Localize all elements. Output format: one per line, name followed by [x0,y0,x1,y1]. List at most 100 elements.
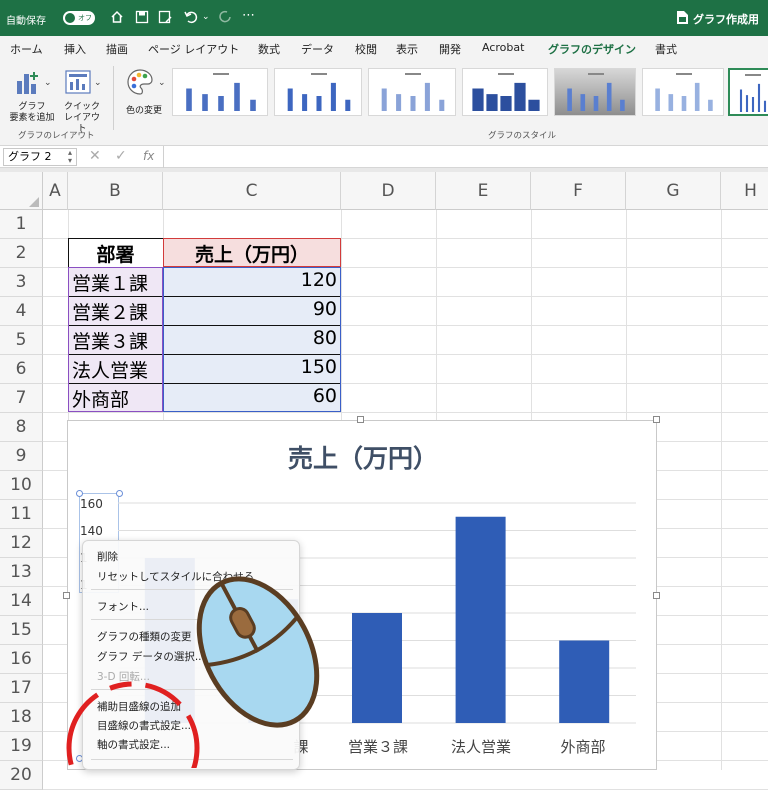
chart-style-3[interactable] [368,68,456,116]
menu-item-reset-style[interactable]: リセットしてスタイルに合わせる [97,569,254,584]
menu-item-add-minor-gridlines[interactable]: 補助目盛線の追加 [97,699,181,714]
row-header[interactable]: 7 [0,384,43,413]
tab-acrobat[interactable]: Acrobat [482,41,524,54]
resize-handle[interactable] [653,416,660,423]
row-header[interactable]: 18 [0,703,43,732]
column-header-d[interactable]: D [341,172,436,210]
column-header-h[interactable]: H [721,172,768,210]
chart-style-5[interactable] [554,68,636,116]
menu-item-font[interactable]: フォント... [97,599,149,614]
save-icon[interactable] [135,10,149,24]
autosave-toggle[interactable]: オフ [63,11,95,25]
formula-input[interactable] [163,146,768,168]
home-icon[interactable] [110,10,124,24]
table-cell-sales[interactable]: 80 [163,327,337,349]
table-cell-department[interactable]: 営業２課 [72,298,148,325]
quick-layout-icon [65,70,91,94]
row-header[interactable]: 2 [0,239,43,268]
table-cell-sales[interactable]: 120 [163,269,337,291]
tab-view[interactable]: 表示 [396,41,418,57]
row-header[interactable]: 10 [0,471,43,500]
stepper-icon[interactable]: ▴ ▾ [68,149,72,165]
table-cell-department[interactable]: 外商部 [72,385,129,412]
menu-item-format-gridlines[interactable]: 目盛線の書式設定... [97,718,191,733]
table-cell-department[interactable]: 営業１課 [72,269,148,296]
menu-item-format-axis[interactable]: 軸の書式設定... [97,737,170,752]
redo-icon [219,10,231,23]
row-header[interactable]: 15 [0,616,43,645]
function-icon[interactable]: fx [143,149,154,163]
row-header[interactable]: 6 [0,355,43,384]
row-header[interactable]: 19 [0,732,43,761]
row-header[interactable]: 16 [0,645,43,674]
tab-review[interactable]: 校閲 [355,41,377,57]
resize-handle[interactable] [653,592,660,599]
undo-dropdown-icon[interactable]: ⌄ [202,10,210,24]
resize-handle[interactable] [63,592,70,599]
tab-chart-design[interactable]: グラフのデザイン [548,41,636,62]
tab-data[interactable]: データ [301,41,334,57]
bar[interactable] [352,613,402,723]
x-tick-label[interactable]: 法人営業 [451,738,511,756]
save-as-icon[interactable] [158,10,172,24]
row-header[interactable]: 1 [0,210,43,239]
ribbon-tabs: ホーム 挿入 描画 ページ レイアウト 数式 データ 校閲 表示 開発 Acro… [0,36,768,62]
row-header[interactable]: 11 [0,500,43,529]
table-header-sales[interactable]: 売上（万円） [163,240,341,267]
y-tick-label[interactable]: 160 [80,497,103,511]
column-header-e[interactable]: E [436,172,531,210]
chart-style-7[interactable] [728,68,768,116]
table-cell-department[interactable]: 法人営業 [72,356,148,383]
x-tick-label[interactable]: 外商部 [560,738,605,756]
tab-format[interactable]: 書式 [655,41,677,57]
tab-draw[interactable]: 描画 [106,41,128,57]
tab-insert[interactable]: 挿入 [64,41,86,57]
menu-item-change-chart-type[interactable]: グラフの種類の変更 [97,629,192,644]
chart-style-4[interactable] [462,68,548,116]
row-header[interactable]: 12 [0,529,43,558]
column-header-b[interactable]: B [68,172,163,210]
chevron-down-icon: ⌄ [94,78,102,88]
change-colors-button[interactable]: ⌄ 色の変更 [120,66,168,128]
resize-handle[interactable] [357,416,364,423]
more-icon[interactable]: ⋯ [242,9,255,23]
add-chart-element-button[interactable]: ⌄ グラフ 要素を追加 [6,66,58,128]
menu-item-select-data[interactable]: グラフ データの選択... [97,649,205,664]
column-header-g[interactable]: G [626,172,721,210]
y-tick-label[interactable]: 140 [80,524,103,538]
tab-developer[interactable]: 開発 [439,41,461,57]
menu-item-delete[interactable]: 削除 [97,549,118,564]
table-header-department[interactable]: 部署 [68,240,163,267]
row-header[interactable]: 8 [0,413,43,442]
row-header[interactable]: 5 [0,326,43,355]
undo-icon[interactable] [183,9,199,25]
row-header[interactable]: 3 [0,268,43,297]
x-tick-label[interactable]: 営業３課 [348,738,408,756]
column-header-f[interactable]: F [531,172,626,210]
bar[interactable] [455,516,506,723]
row-header[interactable]: 13 [0,558,43,587]
chart-style-2[interactable] [274,68,362,116]
thumb-bar [316,96,322,111]
column-header-a[interactable]: A [43,172,68,210]
table-cell-department[interactable]: 営業３課 [72,327,148,354]
thumb-bar [345,99,351,111]
row-header[interactable]: 20 [0,761,43,790]
row-header[interactable]: 9 [0,442,43,471]
tab-formulas[interactable]: 数式 [258,41,280,57]
chart-style-1[interactable] [172,68,268,116]
name-box[interactable]: グラフ 2 [3,148,77,166]
row-header[interactable]: 4 [0,297,43,326]
row-header[interactable]: 14 [0,587,43,616]
tab-home[interactable]: ホーム [10,41,43,57]
column-header-c[interactable]: C [163,172,341,210]
tab-page-layout[interactable]: ページ レイアウト [148,41,239,57]
table-cell-sales[interactable]: 150 [163,356,337,378]
chart-style-6[interactable] [642,68,724,116]
select-all-corner[interactable] [0,172,43,210]
row-header[interactable]: 17 [0,674,43,703]
bar[interactable] [559,640,610,724]
table-cell-sales[interactable]: 60 [163,385,337,407]
quick-layout-button[interactable]: ⌄ クイック レイアウト [60,66,108,134]
table-cell-sales[interactable]: 90 [163,298,337,320]
